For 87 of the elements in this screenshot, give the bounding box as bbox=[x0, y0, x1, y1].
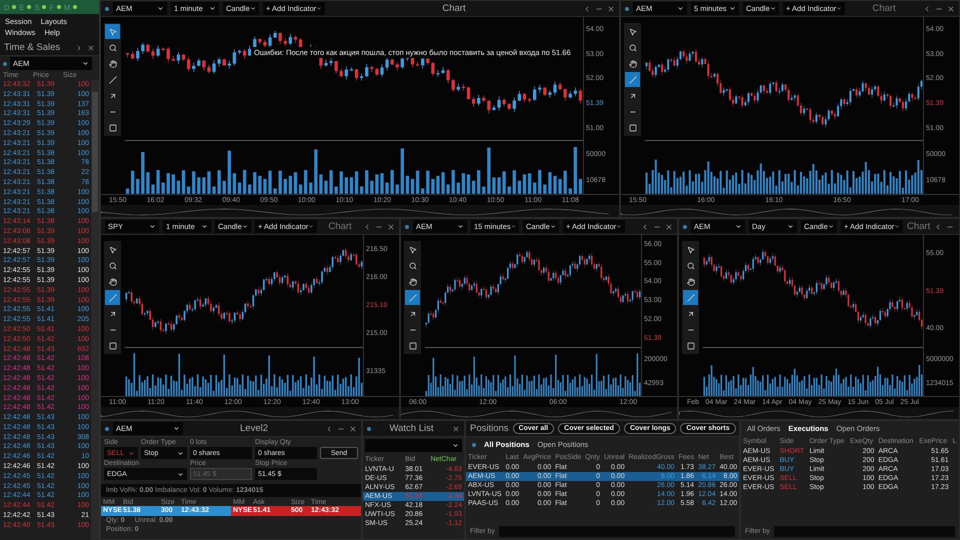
status-dot-icon bbox=[57, 5, 62, 9]
rectangle-icon bbox=[108, 124, 116, 132]
link-dot-icon bbox=[472, 442, 476, 446]
rectangle-icon bbox=[408, 342, 416, 350]
caret-icon bbox=[828, 223, 834, 230]
caret-icon bbox=[510, 223, 516, 230]
close-icon[interactable] bbox=[387, 222, 395, 230]
pointer-icon bbox=[686, 246, 694, 254]
caret-icon bbox=[452, 442, 459, 449]
zoom-icon bbox=[686, 262, 694, 270]
link-dot-icon bbox=[367, 426, 371, 430]
line-icon bbox=[628, 76, 636, 84]
close-icon[interactable] bbox=[452, 424, 460, 432]
zoom-icon bbox=[108, 262, 116, 270]
zoom-icon bbox=[108, 44, 116, 52]
line-icon bbox=[686, 294, 694, 302]
pointer-icon bbox=[408, 246, 416, 254]
caret-icon bbox=[550, 223, 556, 230]
chevron-left-icon[interactable] bbox=[583, 4, 591, 12]
caret-icon bbox=[677, 5, 684, 12]
caret-icon bbox=[836, 5, 842, 12]
caret-icon bbox=[157, 5, 164, 12]
caret-icon bbox=[308, 223, 314, 230]
line-icon bbox=[408, 294, 416, 302]
pointer-icon bbox=[628, 28, 636, 36]
zoom-icon bbox=[408, 262, 416, 270]
caret-icon bbox=[729, 5, 736, 12]
caret-icon bbox=[735, 223, 742, 230]
link-dot-icon bbox=[105, 426, 109, 430]
caret-icon bbox=[201, 223, 208, 230]
close-icon[interactable] bbox=[87, 44, 95, 52]
link-dot-icon bbox=[3, 62, 7, 66]
caret-icon bbox=[177, 450, 184, 456]
panel-title: Chart bbox=[907, 221, 930, 232]
rectangle-icon bbox=[628, 124, 636, 132]
chevron-right-icon[interactable] bbox=[75, 44, 83, 52]
panel-title: Level2 bbox=[239, 423, 269, 434]
caret-icon bbox=[149, 223, 156, 230]
arrow-icon bbox=[108, 310, 116, 318]
caret-icon bbox=[177, 470, 184, 478]
chevron-left-icon[interactable] bbox=[363, 222, 371, 230]
status-dot-icon bbox=[73, 5, 78, 9]
pointer-icon bbox=[108, 28, 116, 36]
caret-icon bbox=[173, 425, 180, 432]
caret-icon bbox=[457, 223, 464, 230]
panel-title: Chart bbox=[327, 221, 353, 232]
caret-icon bbox=[616, 223, 622, 230]
pointer-icon bbox=[108, 246, 116, 254]
caret-icon bbox=[770, 5, 776, 12]
caret-icon bbox=[82, 60, 89, 67]
chevron-left-icon[interactable] bbox=[923, 4, 931, 12]
hand-icon bbox=[686, 278, 694, 286]
status-dot-icon bbox=[42, 5, 46, 9]
rectangle-icon bbox=[686, 342, 694, 350]
line-icon bbox=[108, 76, 116, 84]
panel-title: Positions bbox=[470, 423, 509, 434]
panel-title: Time & Sales bbox=[4, 42, 62, 53]
caret-icon bbox=[316, 5, 322, 12]
close-icon[interactable] bbox=[665, 222, 673, 230]
caret-icon bbox=[128, 450, 135, 456]
close-icon[interactable] bbox=[607, 4, 615, 12]
status-dot-icon bbox=[27, 5, 32, 9]
caret-icon bbox=[242, 223, 248, 230]
rectangle-icon bbox=[108, 342, 116, 350]
panel-title: Watch List bbox=[388, 423, 434, 434]
arrow-icon bbox=[108, 92, 116, 100]
panel-title: Chart bbox=[441, 3, 467, 14]
chevron-left-icon[interactable] bbox=[641, 222, 649, 230]
caret-icon bbox=[787, 223, 794, 230]
arrow-icon bbox=[628, 92, 636, 100]
arrow-icon bbox=[686, 310, 694, 318]
arrow-icon bbox=[408, 310, 416, 318]
line-icon bbox=[108, 294, 116, 302]
close-icon[interactable] bbox=[349, 424, 357, 432]
chevron-left-icon[interactable] bbox=[325, 424, 333, 432]
zoom-icon bbox=[628, 44, 636, 52]
hand-icon bbox=[408, 278, 416, 286]
caret-icon bbox=[250, 5, 256, 12]
caret-icon bbox=[209, 5, 216, 12]
caret-icon bbox=[894, 223, 900, 230]
scrollbar[interactable] bbox=[91, 80, 99, 540]
close-icon[interactable] bbox=[947, 4, 955, 12]
hand-icon bbox=[108, 278, 116, 286]
panel-title: Chart bbox=[871, 3, 897, 14]
hand-icon bbox=[628, 60, 636, 68]
status-dot-icon bbox=[12, 5, 16, 9]
hand-icon bbox=[108, 60, 116, 68]
